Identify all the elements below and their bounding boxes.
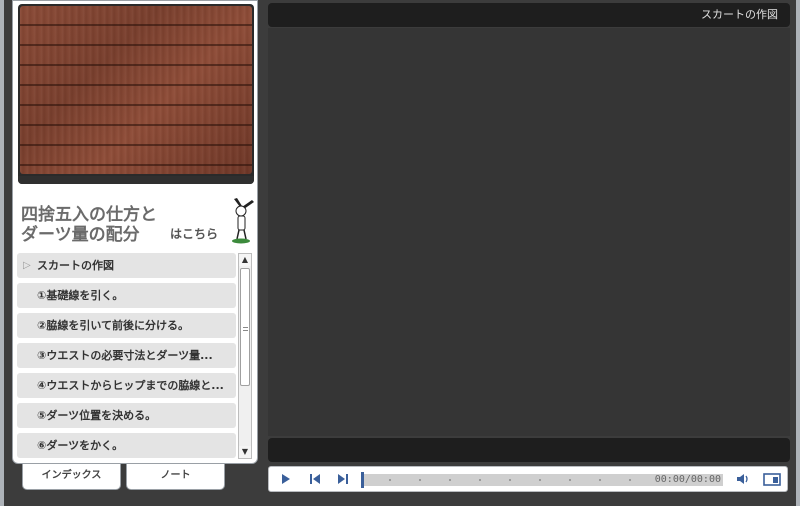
list-item[interactable]: ⑤ダーツ位置を決める。 [17,403,236,428]
list-item[interactable]: ④ウエストからヒップまでの脇線と... [17,373,236,398]
caption-bar [268,438,790,462]
scroll-down-icon[interactable]: ▼ [239,446,251,458]
video-area[interactable] [268,28,790,436]
progress-bar[interactable] [361,472,643,488]
layout-icon[interactable] [763,471,781,487]
list-item-label: ④ウエストからヒップまでの脇線と... [37,379,224,392]
tab-notes[interactable]: ノート [126,464,225,490]
progress-tick [479,479,481,481]
tab-index[interactable]: インデックス [22,464,121,490]
list-item[interactable]: ②脇線を引いて前後に分ける。 [17,313,236,338]
progress-tick [389,479,391,481]
progress-tick [599,479,601,481]
scrollbar-thumb[interactable] [240,268,250,386]
play-icon[interactable] [277,471,293,487]
scroll-up-icon[interactable]: ▲ [239,254,251,266]
thumbnail-bar [18,176,254,184]
play-indicator-icon: ▷ [23,260,31,271]
list-item-label: ⑥ダーツをかく。 [37,439,124,452]
list-item[interactable]: ⑥ダーツをかく。 [17,433,236,458]
scrollbar-grip [243,327,248,331]
course-title-line2: ダーツ量の配分 [21,225,140,245]
index-scrollbar[interactable]: ▲ ▼ [238,253,252,459]
player-controls: 00:00/00:00 [268,466,788,492]
progress-tick [419,479,421,481]
skip-next-icon[interactable] [335,471,351,487]
window-frame-right [796,0,800,506]
list-item-label: ③ウエストの必要寸法とダーツ量... [37,349,213,362]
time-display: 00:00/00:00 [643,474,723,486]
player-title: スカートの作図 [701,8,778,21]
list-item-label: ⑤ダーツ位置を決める。 [37,409,157,422]
list-item[interactable]: ▷ スカートの作図 [17,253,236,278]
list-item[interactable]: ①基礎線を引く。 [17,283,236,308]
list-item[interactable]: ③ウエストの必要寸法とダーツ量... [17,343,236,368]
list-item-label: スカートの作図 [37,259,114,272]
course-title-link[interactable]: はこちら [170,225,218,242]
progress-tick [569,479,571,481]
index-list: ▷ スカートの作図 ①基礎線を引く。 ②脇線を引いて前後に分ける。 ③ウエストの… [17,253,237,459]
list-item-label: ①基礎線を引く。 [37,289,124,302]
player-header: スカートの作図 [268,3,790,27]
progress-tick [629,479,631,481]
volume-icon[interactable] [735,471,751,487]
progress-tick [539,479,541,481]
slide-thumbnail[interactable] [18,4,254,184]
progress-handle[interactable] [361,472,364,488]
progress-tick [449,479,451,481]
list-item-label: ②脇線を引いて前後に分ける。 [37,319,189,332]
mascot-icon [232,198,254,244]
wood-texture-image [20,6,252,174]
skip-previous-icon[interactable] [307,471,323,487]
progress-tick [509,479,511,481]
course-title-area: 四捨五入の仕方と ダーツ量の配分 はこちら [18,197,254,247]
